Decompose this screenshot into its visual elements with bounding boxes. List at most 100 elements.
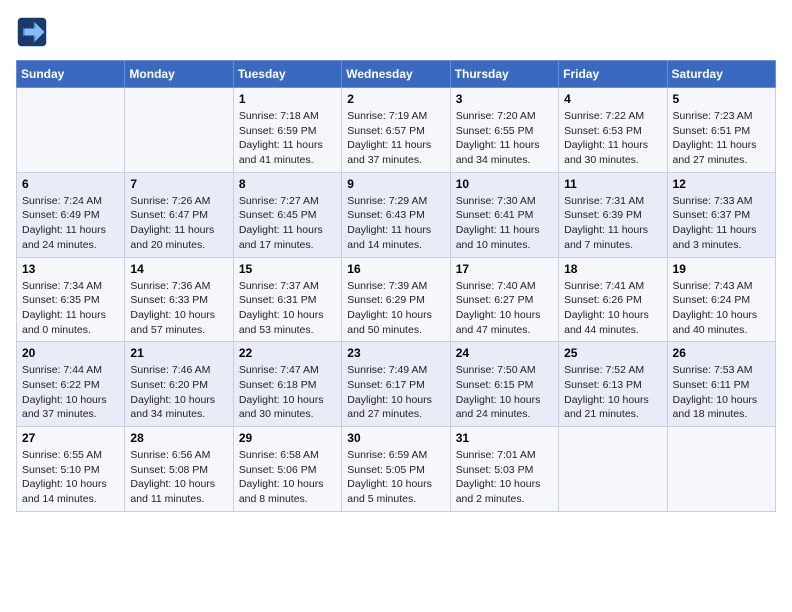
day-cell: 27 Sunrise: 6:55 AM Sunset: 5:10 PM Dayli…	[17, 427, 125, 512]
day-info: Sunrise: 7:41 AM Sunset: 6:26 PM Dayligh…	[564, 279, 661, 338]
day-number: 15	[239, 262, 336, 276]
day-number: 28	[130, 431, 227, 445]
day-number: 7	[130, 177, 227, 191]
day-info: Sunrise: 7:43 AM Sunset: 6:24 PM Dayligh…	[673, 279, 770, 338]
day-number: 24	[456, 346, 553, 360]
day-cell: 23Sunrise: 7:49 AM Sunset: 6:17 PM Dayli…	[342, 342, 450, 427]
week-row-3: 13 Sunrise: 7:34 AM Sunset: 6:35 PM Dayli…	[17, 257, 776, 342]
day-info: Sunrise: 7:18 AM Sunset: 6:59 PM Dayligh…	[239, 109, 336, 168]
day-number: 2	[347, 92, 444, 106]
day-number: 3	[456, 92, 553, 106]
day-number: 20	[22, 346, 119, 360]
day-cell: 9 Sunrise: 7:29 AM Sunset: 6:43 PM Daylig…	[342, 172, 450, 257]
header-row: SundayMondayTuesdayWednesdayThursdayFrid…	[17, 61, 776, 88]
day-number: 11	[564, 177, 661, 191]
day-cell: 8 Sunrise: 7:27 AM Sunset: 6:45 PM Daylig…	[233, 172, 341, 257]
day-number: 12	[673, 177, 770, 191]
day-cell: 1 Sunrise: 7:18 AM Sunset: 6:59 PM Daylig…	[233, 88, 341, 173]
day-number: 21	[130, 346, 227, 360]
day-cell: 7 Sunrise: 7:26 AM Sunset: 6:47 PM Daylig…	[125, 172, 233, 257]
day-info: Sunrise: 6:59 AM Sunset: 5:05 PM Dayligh…	[347, 448, 444, 507]
day-number: 9	[347, 177, 444, 191]
week-row-5: 27 Sunrise: 6:55 AM Sunset: 5:10 PM Dayli…	[17, 427, 776, 512]
day-cell: 24Sunrise: 7:50 AM Sunset: 6:15 PM Dayli…	[450, 342, 558, 427]
day-info: Sunrise: 7:34 AM Sunset: 6:35 PM Dayligh…	[22, 279, 119, 338]
day-number: 29	[239, 431, 336, 445]
day-cell: 21 Sunrise: 7:46 AM Sunset: 6:20 PM Dayli…	[125, 342, 233, 427]
day-cell: 2 Sunrise: 7:19 AM Sunset: 6:57 PM Daylig…	[342, 88, 450, 173]
header-cell-tuesday: Tuesday	[233, 61, 341, 88]
day-info: Sunrise: 6:55 AM Sunset: 5:10 PM Dayligh…	[22, 448, 119, 507]
day-cell: 6 Sunrise: 7:24 AM Sunset: 6:49 PM Daylig…	[17, 172, 125, 257]
calendar-header: SundayMondayTuesdayWednesdayThursdayFrid…	[17, 61, 776, 88]
header-cell-sunday: Sunday	[17, 61, 125, 88]
day-number: 23	[347, 346, 444, 360]
day-info: Sunrise: 7:29 AM Sunset: 6:43 PM Dayligh…	[347, 194, 444, 253]
day-info: Sunrise: 7:24 AM Sunset: 6:49 PM Dayligh…	[22, 194, 119, 253]
day-number: 18	[564, 262, 661, 276]
day-cell	[125, 88, 233, 173]
day-cell: 29 Sunrise: 6:58 AM Sunset: 5:06 PM Dayli…	[233, 427, 341, 512]
day-info: Sunrise: 7:22 AM Sunset: 6:53 PM Dayligh…	[564, 109, 661, 168]
day-cell: 31Sunrise: 7:01 AM Sunset: 5:03 PM Dayli…	[450, 427, 558, 512]
header-cell-thursday: Thursday	[450, 61, 558, 88]
header-cell-friday: Friday	[559, 61, 667, 88]
day-cell: 25 Sunrise: 7:52 AM Sunset: 6:13 PM Dayli…	[559, 342, 667, 427]
day-info: Sunrise: 6:56 AM Sunset: 5:08 PM Dayligh…	[130, 448, 227, 507]
day-cell: 22Sunrise: 7:47 AM Sunset: 6:18 PM Dayli…	[233, 342, 341, 427]
day-info: Sunrise: 7:44 AM Sunset: 6:22 PM Dayligh…	[22, 363, 119, 422]
logo	[16, 16, 52, 48]
day-info: Sunrise: 6:58 AM Sunset: 5:06 PM Dayligh…	[239, 448, 336, 507]
day-number: 22	[239, 346, 336, 360]
day-cell: 17 Sunrise: 7:40 AM Sunset: 6:27 PM Dayli…	[450, 257, 558, 342]
day-cell: 16 Sunrise: 7:39 AM Sunset: 6:29 PM Dayli…	[342, 257, 450, 342]
day-number: 4	[564, 92, 661, 106]
day-cell: 5Sunrise: 7:23 AM Sunset: 6:51 PM Daylig…	[667, 88, 775, 173]
day-number: 1	[239, 92, 336, 106]
header-cell-saturday: Saturday	[667, 61, 775, 88]
day-cell	[667, 427, 775, 512]
day-info: Sunrise: 7:53 AM Sunset: 6:11 PM Dayligh…	[673, 363, 770, 422]
day-number: 19	[673, 262, 770, 276]
day-number: 27	[22, 431, 119, 445]
day-cell	[17, 88, 125, 173]
header-cell-wednesday: Wednesday	[342, 61, 450, 88]
day-number: 16	[347, 262, 444, 276]
day-info: Sunrise: 7:20 AM Sunset: 6:55 PM Dayligh…	[456, 109, 553, 168]
day-info: Sunrise: 7:40 AM Sunset: 6:27 PM Dayligh…	[456, 279, 553, 338]
day-cell: 3 Sunrise: 7:20 AM Sunset: 6:55 PM Daylig…	[450, 88, 558, 173]
day-info: Sunrise: 7:37 AM Sunset: 6:31 PM Dayligh…	[239, 279, 336, 338]
day-cell: 15 Sunrise: 7:37 AM Sunset: 6:31 PM Dayli…	[233, 257, 341, 342]
day-info: Sunrise: 7:52 AM Sunset: 6:13 PM Dayligh…	[564, 363, 661, 422]
logo-icon	[16, 16, 48, 48]
day-cell: 14Sunrise: 7:36 AM Sunset: 6:33 PM Dayli…	[125, 257, 233, 342]
day-info: Sunrise: 7:27 AM Sunset: 6:45 PM Dayligh…	[239, 194, 336, 253]
day-number: 8	[239, 177, 336, 191]
day-cell: 18 Sunrise: 7:41 AM Sunset: 6:26 PM Dayli…	[559, 257, 667, 342]
day-number: 25	[564, 346, 661, 360]
header-cell-monday: Monday	[125, 61, 233, 88]
calendar-table: SundayMondayTuesdayWednesdayThursdayFrid…	[16, 60, 776, 512]
day-number: 26	[673, 346, 770, 360]
day-number: 14	[130, 262, 227, 276]
day-cell: 13 Sunrise: 7:34 AM Sunset: 6:35 PM Dayli…	[17, 257, 125, 342]
day-cell: 26 Sunrise: 7:53 AM Sunset: 6:11 PM Dayli…	[667, 342, 775, 427]
day-number: 13	[22, 262, 119, 276]
day-info: Sunrise: 7:30 AM Sunset: 6:41 PM Dayligh…	[456, 194, 553, 253]
day-cell: 19 Sunrise: 7:43 AM Sunset: 6:24 PM Dayli…	[667, 257, 775, 342]
day-info: Sunrise: 7:26 AM Sunset: 6:47 PM Dayligh…	[130, 194, 227, 253]
day-number: 10	[456, 177, 553, 191]
day-info: Sunrise: 7:01 AM Sunset: 5:03 PM Dayligh…	[456, 448, 553, 507]
day-number: 6	[22, 177, 119, 191]
day-cell: 10 Sunrise: 7:30 AM Sunset: 6:41 PM Dayli…	[450, 172, 558, 257]
day-cell: 20 Sunrise: 7:44 AM Sunset: 6:22 PM Dayli…	[17, 342, 125, 427]
day-cell	[559, 427, 667, 512]
day-number: 5	[673, 92, 770, 106]
day-info: Sunrise: 7:46 AM Sunset: 6:20 PM Dayligh…	[130, 363, 227, 422]
day-cell: 30Sunrise: 6:59 AM Sunset: 5:05 PM Dayli…	[342, 427, 450, 512]
day-info: Sunrise: 7:19 AM Sunset: 6:57 PM Dayligh…	[347, 109, 444, 168]
day-cell: 28 Sunrise: 6:56 AM Sunset: 5:08 PM Dayli…	[125, 427, 233, 512]
day-number: 17	[456, 262, 553, 276]
day-cell: 4 Sunrise: 7:22 AM Sunset: 6:53 PM Daylig…	[559, 88, 667, 173]
day-info: Sunrise: 7:39 AM Sunset: 6:29 PM Dayligh…	[347, 279, 444, 338]
